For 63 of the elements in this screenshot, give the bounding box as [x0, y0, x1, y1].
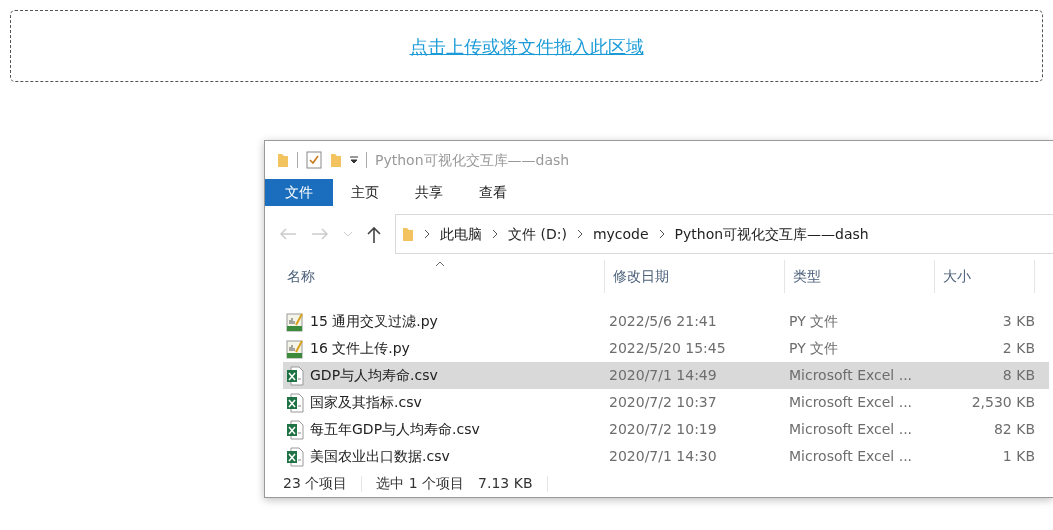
file-row[interactable]: 美国农业出口数据.csv 2020/7/1 14:30 Microsoft Excel ... 1 KB	[283, 443, 1049, 471]
file-name: 国家及其指标.csv	[310, 393, 422, 413]
breadcrumb-item[interactable]: mycode	[592, 223, 649, 245]
breadcrumb-item[interactable]: 文件 (D:)	[508, 223, 567, 245]
modified-date: 2020/7/2 10:19	[609, 421, 717, 438]
folder-icon	[277, 152, 289, 169]
selection-count: 选中 1 个项目	[376, 474, 465, 494]
modified-date: 2020/7/1 14:30	[609, 448, 717, 465]
file-row[interactable]: 15 通用交叉过滤.py 2022/5/6 21:41 PY 文件 3 KB	[283, 308, 1049, 336]
file-name: 每五年GDP与人均寿命.csv	[310, 420, 480, 440]
modified-date: 2020/7/2 10:37	[609, 394, 717, 411]
column-header[interactable]: 修改日期	[613, 266, 669, 288]
column-header[interactable]: 名称	[287, 266, 315, 288]
address-bar[interactable]: 此电脑 文件 (D:) mycode Python可视化交互库——dash	[395, 214, 1053, 255]
file-row[interactable]: 16 文件上传.py 2022/5/20 15:45 PY 文件 2 KB	[283, 335, 1049, 363]
breadcrumb-item[interactable]: Python可视化交互库——dash	[674, 223, 869, 245]
file-size: 82 KB	[993, 421, 1035, 438]
python-file-icon	[286, 311, 304, 332]
file-type: Microsoft Excel ...	[789, 421, 913, 438]
python-file-icon	[286, 338, 304, 359]
file-name: GDP与人均寿命.csv	[310, 366, 438, 386]
chevron-icon[interactable]	[658, 229, 665, 240]
ribbon-tab[interactable]: 文件	[265, 179, 333, 207]
file-type: PY 文件	[789, 340, 839, 357]
file-row[interactable]: 国家及其指标.csv 2020/7/2 10:37 Microsoft Excel ... 2,530 KB	[283, 389, 1049, 417]
file-type: Microsoft Excel ...	[789, 448, 913, 465]
file-size: 2,530 KB	[971, 394, 1035, 411]
folder-icon	[402, 226, 414, 243]
file-row[interactable]: GDP与人均寿命.csv 2020/7/1 14:49 Microsoft Excel ... 8 KB	[283, 362, 1049, 390]
excel-file-icon	[286, 446, 304, 467]
sort-caret-icon	[434, 261, 445, 268]
file-type: PY 文件	[789, 313, 839, 330]
window-title: Python可视化交互库——dash	[375, 150, 570, 170]
modified-date: 2022/5/6 21:41	[609, 313, 717, 330]
ribbon-tab[interactable]: 主页	[333, 179, 397, 207]
ribbon-tab[interactable]: 共享	[397, 179, 461, 207]
properties-icon[interactable]	[306, 151, 322, 170]
item-count: 23 个项目	[283, 474, 348, 494]
modified-date: 2022/5/20 15:45	[609, 340, 726, 357]
chevron-icon[interactable]	[424, 229, 430, 240]
file-size: 8 KB	[1002, 367, 1035, 384]
chevron-icon[interactable]	[492, 229, 498, 240]
ribbon-tab[interactable]: 查看	[461, 179, 525, 207]
column-header[interactable]: 大小	[943, 266, 971, 288]
excel-file-icon	[286, 365, 304, 386]
column-header[interactable]: 类型	[793, 266, 821, 288]
modified-date: 2020/7/1 14:49	[609, 367, 717, 384]
file-type: Microsoft Excel ...	[789, 367, 913, 384]
chevron-icon[interactable]	[576, 229, 583, 240]
file-size: 2 KB	[1002, 340, 1035, 357]
file-size: 1 KB	[1002, 448, 1035, 465]
selection-size: 7.13 KB	[478, 474, 533, 494]
file-row[interactable]: 每五年GDP与人均寿命.csv 2020/7/2 10:19 Microsoft Excel ... 82 KB	[283, 416, 1049, 444]
file-name: 15 通用交叉过滤.py	[310, 312, 438, 332]
excel-file-icon	[286, 392, 304, 413]
breadcrumb-item[interactable]: 此电脑	[440, 223, 482, 245]
file-size: 3 KB	[1002, 313, 1035, 330]
dropdown-icon[interactable]	[350, 156, 358, 165]
file-name: 美国农业出口数据.csv	[310, 447, 450, 467]
excel-file-icon	[286, 419, 304, 440]
file-type: Microsoft Excel ...	[789, 394, 913, 411]
file-name: 16 文件上传.py	[310, 339, 410, 359]
up-icon[interactable]	[367, 225, 381, 243]
